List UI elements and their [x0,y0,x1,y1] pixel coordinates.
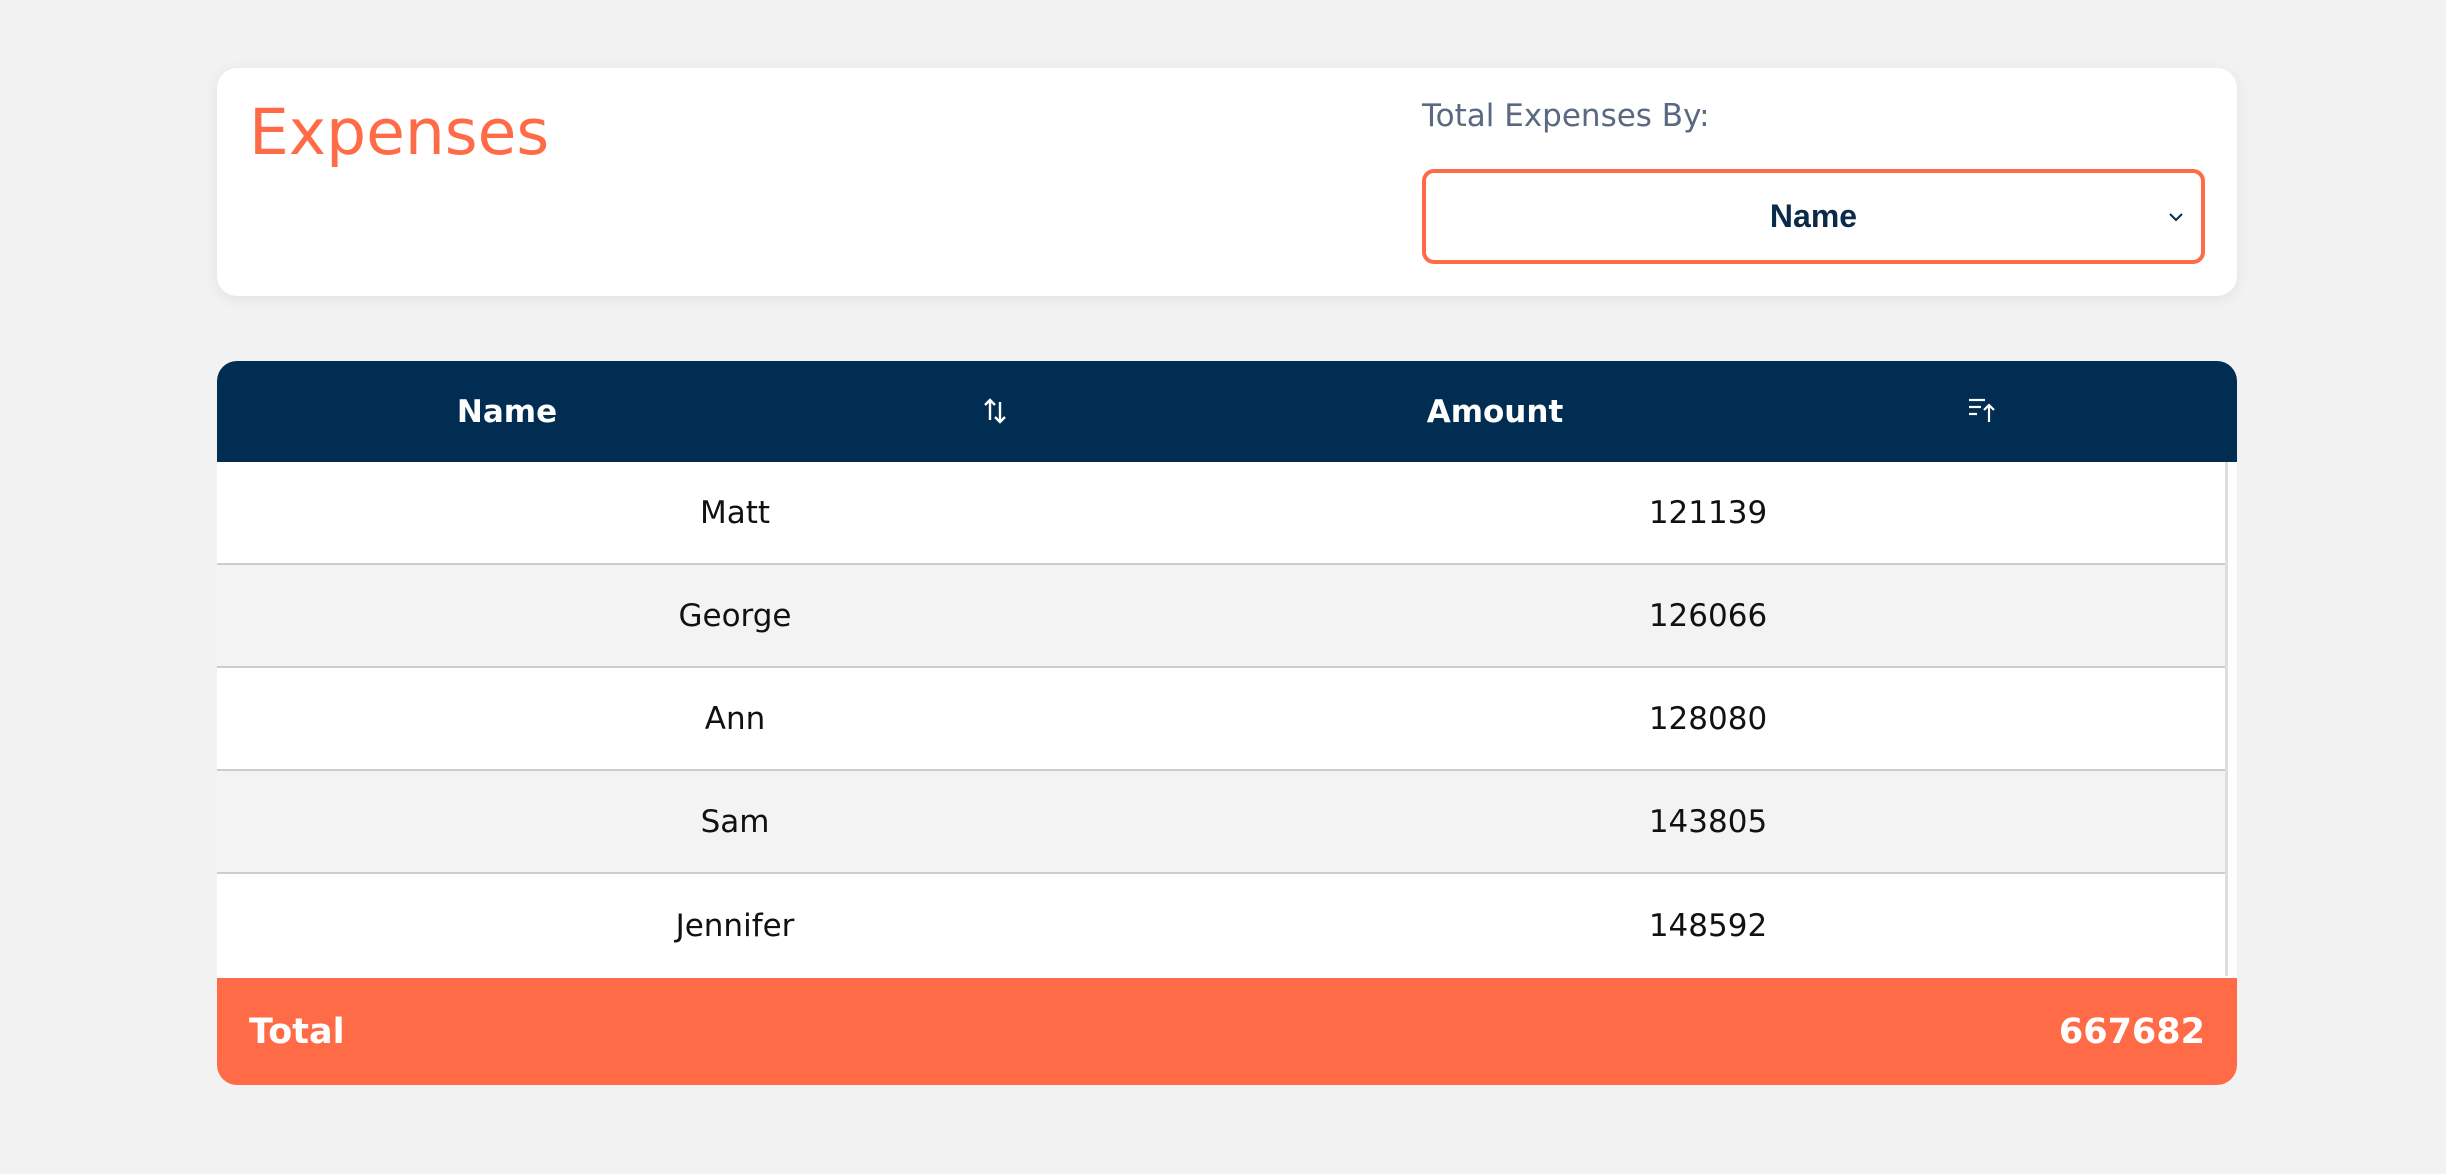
table-footer-total: Total 667682 [217,978,2237,1085]
table-row[interactable]: George 126066 [217,565,2225,668]
column-header-amount[interactable]: Amount [1427,394,1564,430]
table-row[interactable]: Ann 128080 [217,668,2225,771]
chevron-down-icon [2169,212,2183,221]
header-card: Expenses Total Expenses By: Name [217,68,2237,296]
expenses-table: Name Amount Matt 121139 George 126066 An… [217,361,2237,1085]
cell-name: Jennifer [675,907,795,944]
cell-name: George [678,597,792,634]
cell-amount: 121139 [1648,494,1768,531]
cell-amount: 128080 [1648,700,1768,737]
column-header-name[interactable]: Name [457,394,557,430]
total-value: 667682 [2058,1011,2205,1052]
group-by-select[interactable]: Name [1422,169,2205,264]
table-row[interactable]: Matt 121139 [217,462,2225,565]
table-row[interactable]: Jennifer 148592 [217,874,2225,977]
table-header: Name Amount [217,361,2237,462]
group-by-label: Total Expenses By: [1422,98,1710,134]
cell-amount: 148592 [1648,907,1768,944]
sort-ascending-icon[interactable] [1967,396,1997,424]
sort-arrows-icon[interactable] [983,397,1007,425]
cell-name: Sam [700,803,770,840]
cell-name: Ann [704,700,766,737]
page: Expenses Total Expenses By: Name Name Am… [0,0,2446,1174]
cell-name: Matt [699,494,771,531]
cell-amount: 126066 [1648,597,1768,634]
page-title: Expenses [249,96,550,169]
table-row[interactable]: Sam 143805 [217,771,2225,874]
cell-amount: 143805 [1648,803,1768,840]
group-by-selected-value: Name [1769,198,1858,234]
total-label: Total [249,1011,345,1052]
table-body: Matt 121139 George 126066 Ann 128080 Sam… [217,462,2228,977]
